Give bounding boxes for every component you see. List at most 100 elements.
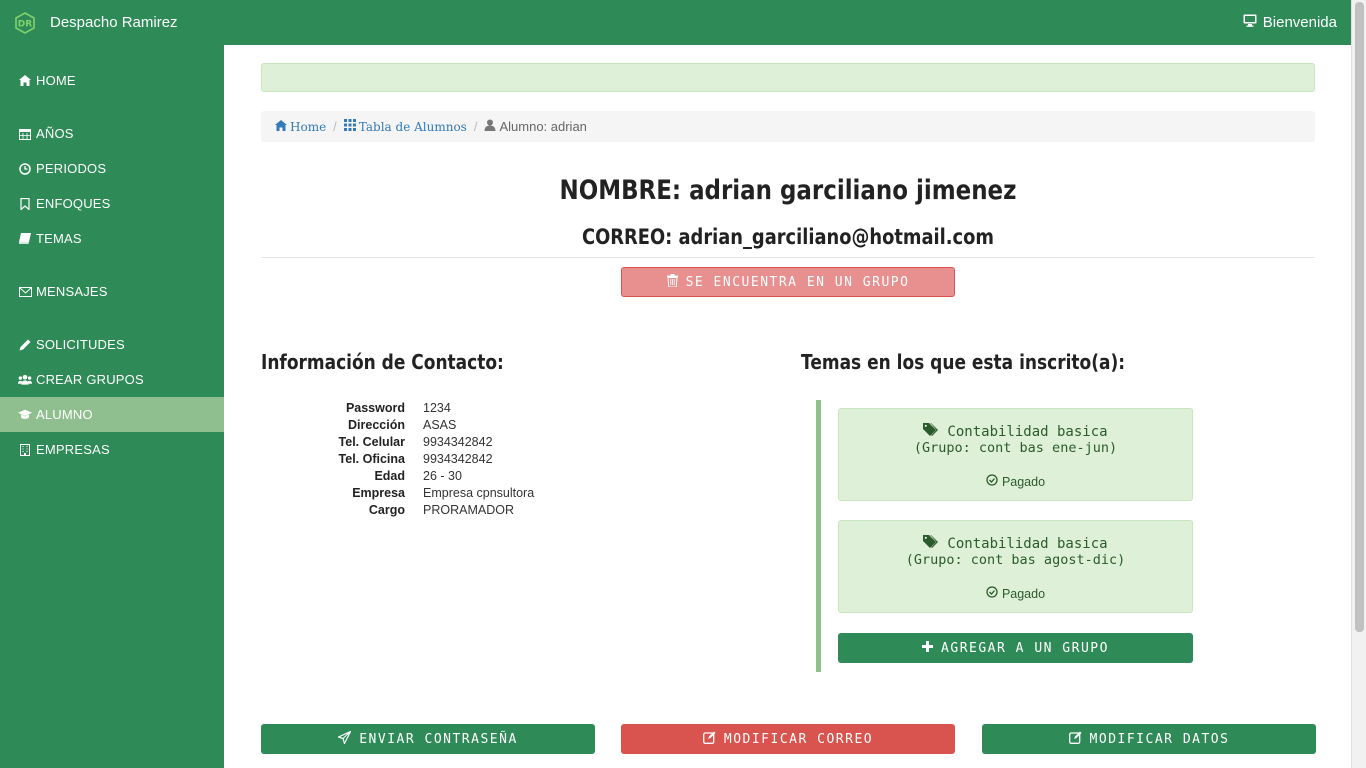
student-email: CORREO: adrian_garciliano@hotmail.com (582, 225, 994, 249)
info-row-edad: Edad 26 - 30 (261, 467, 534, 484)
sidebar-item-empresas[interactable]: EMPRESAS (0, 432, 224, 467)
tema-group: (Grupo: cont bas ene-jun) (913, 440, 1118, 456)
info-row-direccion: Dirección ASAS (261, 416, 534, 433)
home-icon (275, 119, 287, 134)
tags-icon (923, 535, 939, 552)
send-password-label: ENVIAR CONTRASEÑA (359, 731, 518, 747)
scrollbar-thumb[interactable] (1355, 2, 1364, 632)
edit-icon (1068, 731, 1082, 748)
info-value: 26 - 30 (423, 468, 462, 483)
sidebar-item-enfoques[interactable]: ENFOQUES (0, 186, 224, 221)
sidebar-item-label: MENSAJES (36, 284, 108, 299)
send-password-button[interactable]: ENVIAR CONTRASEÑA (261, 724, 595, 754)
sidebar-item-label: ENFOQUES (36, 196, 111, 211)
sidebar-item-label: HOME (36, 73, 76, 88)
tags-icon (923, 423, 939, 440)
breadcrumb: Home / Tabla de Alumnos / Alumno: adrian (261, 111, 1315, 142)
sidebar-item-crear-grupos[interactable]: CREAR GRUPOS (0, 362, 224, 397)
check-circle-icon (986, 474, 998, 489)
trash-icon (666, 273, 678, 291)
edit-icon (702, 731, 716, 748)
info-row-tel-celular: Tel. Celular 9934342842 (261, 433, 534, 450)
page-scrollbar[interactable] (1351, 0, 1366, 768)
breadcrumb-table[interactable]: Tabla de Alumnos (343, 119, 467, 134)
breadcrumb-separator: / (333, 119, 337, 134)
modify-data-button[interactable]: MODIFICAR DATOS (982, 724, 1316, 754)
paper-plane-icon (337, 729, 353, 748)
info-value: 9934342842 (423, 434, 493, 449)
sidebar-item-label: PERIODOS (36, 161, 107, 176)
info-label: Tel. Celular (338, 434, 405, 449)
contact-heading: Información de Contacto: (261, 350, 504, 374)
sidebar-item-label: EMPRESAS (36, 442, 110, 457)
user-icon (484, 119, 496, 134)
pencil-icon (18, 338, 32, 352)
student-name: NOMBRE: adrian garciliano jimenez (559, 175, 1017, 206)
tema-status-label: Pagado (1001, 474, 1046, 489)
info-label: Cargo (368, 502, 405, 517)
book-icon (18, 232, 32, 246)
sidebar-item-label: CREAR GRUPOS (36, 372, 144, 387)
logo-icon[interactable]: DR (14, 11, 36, 34)
tema-card: Contabilidad basica (Grupo: cont bas ago… (838, 520, 1193, 613)
tema-title-label: Contabilidad basica (947, 535, 1108, 552)
sidebar-item-mensajes[interactable]: MENSAJES (0, 274, 224, 309)
breadcrumb-table-label: Tabla de Alumnos (358, 119, 467, 134)
home-icon (18, 74, 32, 88)
group-status-label: SE ENCUENTRA EN UN GRUPO (685, 274, 910, 290)
sidebar-item-label: SOLICITUDES (36, 337, 125, 352)
app-title[interactable]: Despacho Ramirez (50, 14, 178, 31)
info-row-empresa: Empresa Empresa cpnsultora (261, 484, 534, 501)
check-circle-icon (986, 586, 998, 601)
tema-title: Contabilidad basica (839, 423, 1192, 440)
modify-data-label: MODIFICAR DATOS (1089, 731, 1230, 747)
info-row-cargo: Cargo PRORAMADOR (261, 501, 534, 518)
sidebar-item-temas[interactable]: TEMAS (0, 221, 224, 256)
breadcrumb-current: Alumno: adrian (484, 119, 587, 134)
divider (261, 257, 1315, 258)
sidebar-item-solicitudes[interactable]: SOLICITUDES (0, 327, 224, 362)
info-label: Edad (374, 468, 405, 483)
building-icon (18, 443, 32, 457)
add-to-group-button[interactable]: AGREGAR A UN GRUPO (838, 633, 1193, 663)
info-label: Password (345, 400, 405, 415)
sidebar-item-alumno[interactable]: ALUMNO (0, 397, 224, 432)
envelope-icon (18, 285, 32, 299)
breadcrumb-current-label: Alumno: adrian (499, 119, 587, 134)
calendar-icon (18, 127, 32, 141)
sidebar-item-label: TEMAS (36, 231, 82, 246)
info-value: 1234 (423, 400, 451, 415)
plus-icon (922, 640, 934, 656)
sidebar-item-label: ALUMNO (36, 407, 93, 422)
welcome-menu[interactable]: Bienvenida (1243, 14, 1337, 31)
group-status-button[interactable]: SE ENCUENTRA EN UN GRUPO (621, 267, 955, 297)
info-value: 9934342842 (423, 451, 493, 466)
tema-status: Pagado (839, 474, 1192, 489)
modify-email-label: MODIFICAR CORREO (723, 731, 874, 747)
tema-status: Pagado (839, 586, 1192, 601)
tema-group: (Grupo: cont bas agost-dic) (905, 552, 1126, 568)
tema-title: Contabilidad basica (839, 535, 1192, 552)
breadcrumb-home[interactable]: Home (275, 119, 326, 134)
sidebar-item-anos[interactable]: AÑOS (0, 116, 224, 151)
info-row-tel-oficina: Tel. Oficina 9934342842 (261, 450, 534, 467)
info-value: PRORAMADOR (423, 502, 514, 517)
tema-status-label: Pagado (1001, 586, 1046, 601)
breadcrumb-separator: / (473, 119, 478, 134)
alert-bar (261, 63, 1315, 92)
svg-text:DR: DR (18, 19, 32, 29)
modify-email-button[interactable]: MODIFICAR CORREO (621, 724, 955, 754)
sidebar-item-home[interactable]: HOME (0, 63, 224, 98)
tema-title-label: Contabilidad basica (947, 423, 1108, 440)
contact-info: Password 1234 Dirección ASAS Tel. Celular 9… (261, 399, 535, 518)
sidebar-item-periodos[interactable]: PERIODOS (0, 151, 224, 186)
info-row-password: Password 1234 (261, 399, 534, 416)
temas-heading: Temas en los que esta inscrito(a): (801, 350, 1126, 374)
info-label: Tel. Oficina (338, 451, 405, 466)
info-label: Dirección (348, 417, 405, 432)
info-label: Empresa (352, 485, 405, 500)
users-icon (18, 373, 32, 387)
sidebar: HOME AÑOS PERIODOS ENFOQUES TEMAS MENSAJ… (0, 45, 224, 768)
graduation-cap-icon (18, 408, 32, 422)
welcome-label: Bienvenida (1262, 14, 1337, 31)
